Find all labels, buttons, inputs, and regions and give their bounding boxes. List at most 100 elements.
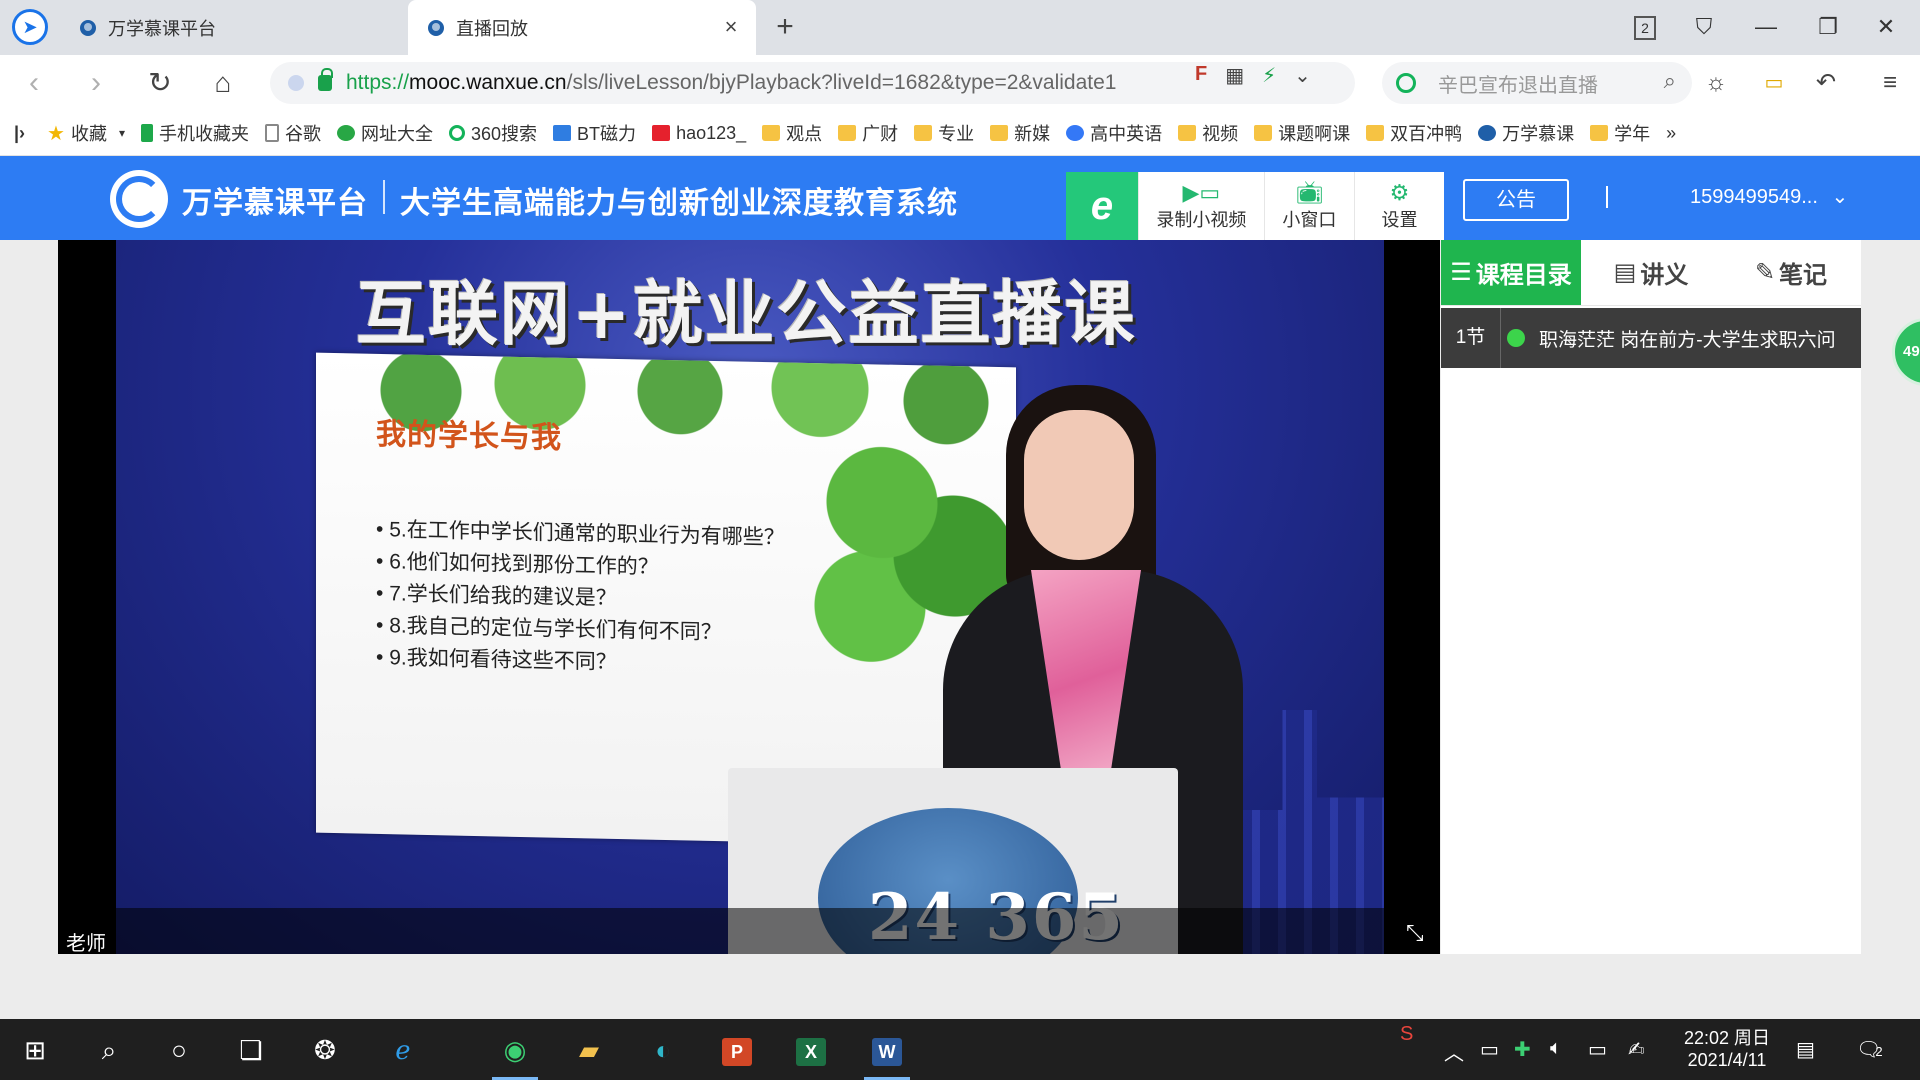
tab-course-catalog[interactable]: ☰ 课程目录 [1441, 240, 1581, 305]
cortana-icon[interactable]: ○ [156, 1029, 202, 1071]
home-icon[interactable]: ⌂ [205, 65, 241, 101]
system-clock[interactable]: 22:02 周日 2021/4/11 [1672, 1027, 1782, 1071]
fullscreen-icon[interactable]: ⤡ [1406, 920, 1424, 946]
tab-label: 万学慕课平台 [108, 18, 216, 39]
site-info-icon[interactable] [288, 75, 304, 91]
back-arrow-icon[interactable]: ‹ [16, 65, 52, 101]
browser-360-icon[interactable]: ◉ [492, 1029, 538, 1080]
excel-icon[interactable]: X [788, 1029, 834, 1071]
search-placeholder: 辛巴宣布退出直播 [1438, 74, 1598, 97]
volume-icon[interactable]: 🔈︎ [1550, 1037, 1562, 1060]
site-name[interactable]: 万学慕课平台 [182, 178, 368, 222]
lesson-item[interactable]: 1节 职海茫茫 岗在前方-大学生求职六问 [1441, 308, 1861, 368]
bookmark-folder[interactable]: 视频 [1178, 120, 1238, 146]
video-frame: 互联网+就业公益直播课 我的学长与我 5.在工作中学长们通常的职业行为有哪些？ … [116, 240, 1384, 954]
bookmark-english[interactable]: 高中英语 [1066, 120, 1162, 146]
app-swirl-icon[interactable]: ❂ [302, 1029, 348, 1071]
header-divider [1606, 186, 1608, 208]
powerpoint-icon[interactable]: P [714, 1029, 760, 1071]
bookmark-favorites[interactable]: ★ 收藏 ▾ [47, 120, 125, 146]
sogou-input-icon[interactable]: S [1400, 1023, 1413, 1046]
word-icon[interactable]: W [864, 1029, 910, 1080]
edge-icon[interactable]: ◐ [640, 1029, 686, 1071]
folder-icon [762, 125, 781, 141]
url-path: /sls/liveLesson/bjyPlayback?liveId=1682&… [566, 71, 1117, 94]
wanxue-logo-icon[interactable] [110, 170, 168, 228]
brightness-icon[interactable]: ☼ [1698, 65, 1734, 101]
security-tray-icon[interactable]: ✚ [1514, 1037, 1531, 1062]
qr-code-icon[interactable]: ▦ [1225, 63, 1244, 88]
minimize-icon[interactable]: — [1748, 10, 1784, 44]
record-video-button[interactable]: ▶▭ 录制小视频 [1138, 172, 1264, 240]
search-icon[interactable]: ⌕ [1664, 68, 1676, 94]
shirt-skin-icon[interactable]: ⛉ [1686, 10, 1722, 44]
url-field[interactable]: https:// mooc.wanxue.cn /sls/liveLesson/… [270, 62, 1355, 104]
close-window-icon[interactable]: ✕ [1868, 10, 1904, 44]
slide-list: 5.在工作中学长们通常的职业行为有哪些？ 6.他们如何找到那份工作的？ 7.学长… [376, 514, 785, 683]
close-tab-icon[interactable]: × [720, 16, 742, 38]
baidu-icon [1066, 125, 1085, 141]
address-toolbar: ‹ › ↻ ⌂ https:// mooc.wanxue.cn /sls/liv… [0, 55, 1920, 111]
forward-arrow-icon[interactable]: › [78, 65, 114, 101]
tab-notes[interactable]: ✎ 笔记 [1721, 240, 1861, 305]
bookmark-folder[interactable]: 广财 [838, 120, 898, 146]
plus-icon[interactable]: + [768, 10, 802, 44]
bookmark-folder[interactable]: 新媒 [990, 120, 1050, 146]
bookmark-wanxue[interactable]: 万学慕课 [1478, 120, 1574, 146]
bookmark-folder[interactable]: 学年 [1590, 120, 1650, 146]
site-slogan: 大学生高端能力与创新创业深度教育系统 [400, 187, 958, 220]
battery-tray-icon[interactable]: ▭ [1480, 1037, 1499, 1062]
site-favicon-icon [80, 19, 96, 36]
bookmark-folder[interactable]: 双百冲鸭 [1366, 120, 1462, 146]
sidebar-toggle-icon[interactable]: |› [14, 123, 25, 144]
bookmark-bt[interactable]: BT磁力 [553, 120, 636, 146]
tab-wanxue-home[interactable]: 万学慕课平台 [60, 0, 408, 55]
lesson-index: 1节 [1441, 308, 1501, 368]
mini-window-button[interactable]: 📺︎ 小窗口 [1263, 172, 1354, 240]
bookmark-mobile[interactable]: 手机收藏夹 [141, 120, 249, 146]
pen-icon[interactable]: ✍ [1628, 1037, 1645, 1062]
file-explorer-icon[interactable]: ▰ [566, 1029, 612, 1071]
search-engine-icon[interactable] [1396, 73, 1416, 93]
bookmark-folder[interactable]: 专业 [914, 120, 974, 146]
account-menu[interactable]: 1599499549... ⌄ [1690, 184, 1848, 209]
video-player[interactable]: 互联网+就业公益直播课 我的学长与我 5.在工作中学长们通常的职业行为有哪些？ … [58, 240, 1440, 954]
search-icon[interactable]: ⌕ [86, 1029, 132, 1071]
undo-icon[interactable]: ↶ [1808, 65, 1844, 101]
windows-start-icon[interactable]: ⊞ [12, 1029, 58, 1071]
refresh-icon[interactable]: ↻ [142, 65, 178, 101]
header-divider [383, 180, 385, 214]
restore-icon[interactable]: ❐ [1810, 10, 1846, 44]
flash-plugin-icon[interactable]: F [1195, 63, 1207, 88]
floating-badge[interactable]: 49 [1892, 318, 1920, 386]
more-bookmarks-button[interactable]: » [1666, 123, 1676, 144]
network-icon[interactable]: ▭ [1588, 1037, 1607, 1062]
bt-icon [553, 125, 572, 141]
bookmark-folder[interactable]: 观点 [762, 120, 822, 146]
notification-icon[interactable]: 🗨︎2 [1856, 1037, 1883, 1062]
settings-button[interactable]: ⚙ 设置 [1353, 172, 1444, 240]
tab-count-badge[interactable]: 2 [1634, 16, 1656, 40]
bookmark-folder[interactable]: 课题啊课 [1254, 120, 1350, 146]
chevron-down-icon[interactable]: ⌄ [1294, 63, 1311, 88]
document-icon: ▤ [1613, 259, 1637, 286]
battery-icon[interactable]: ▭ [1756, 65, 1792, 101]
lightning-icon[interactable]: ⚡ [1262, 63, 1276, 88]
chevron-up-icon[interactable]: ︿ [1444, 1037, 1464, 1066]
url-host: mooc.wanxue.cn [409, 71, 567, 94]
menu-icon[interactable]: ≡ [1872, 65, 1908, 101]
bookmark-360[interactable]: 360搜索 [449, 120, 537, 146]
bookmark-google[interactable]: 谷歌 [265, 120, 321, 146]
bookmark-hao123[interactable]: hao123_ [652, 123, 746, 144]
stage-title: 互联网+就业公益直播课 [356, 272, 1137, 355]
search-input[interactable]: 辛巴宣布退出直播 ⌕ [1382, 62, 1692, 104]
task-view-icon[interactable]: ❏ [228, 1029, 274, 1071]
browser-logo-icon[interactable]: ➤ [12, 9, 48, 45]
lock-icon[interactable] [318, 68, 333, 91]
notice-button[interactable]: 公告 [1463, 179, 1569, 221]
tab-live-playback[interactable]: 直播回放 × [408, 0, 756, 55]
tab-handout[interactable]: ▤ 讲义 [1581, 240, 1721, 305]
notes-icon[interactable]: ▤ [1796, 1037, 1815, 1062]
ie-browser-icon[interactable]: ℯ [380, 1029, 426, 1071]
bookmark-nav[interactable]: 网址大全 [337, 120, 433, 146]
